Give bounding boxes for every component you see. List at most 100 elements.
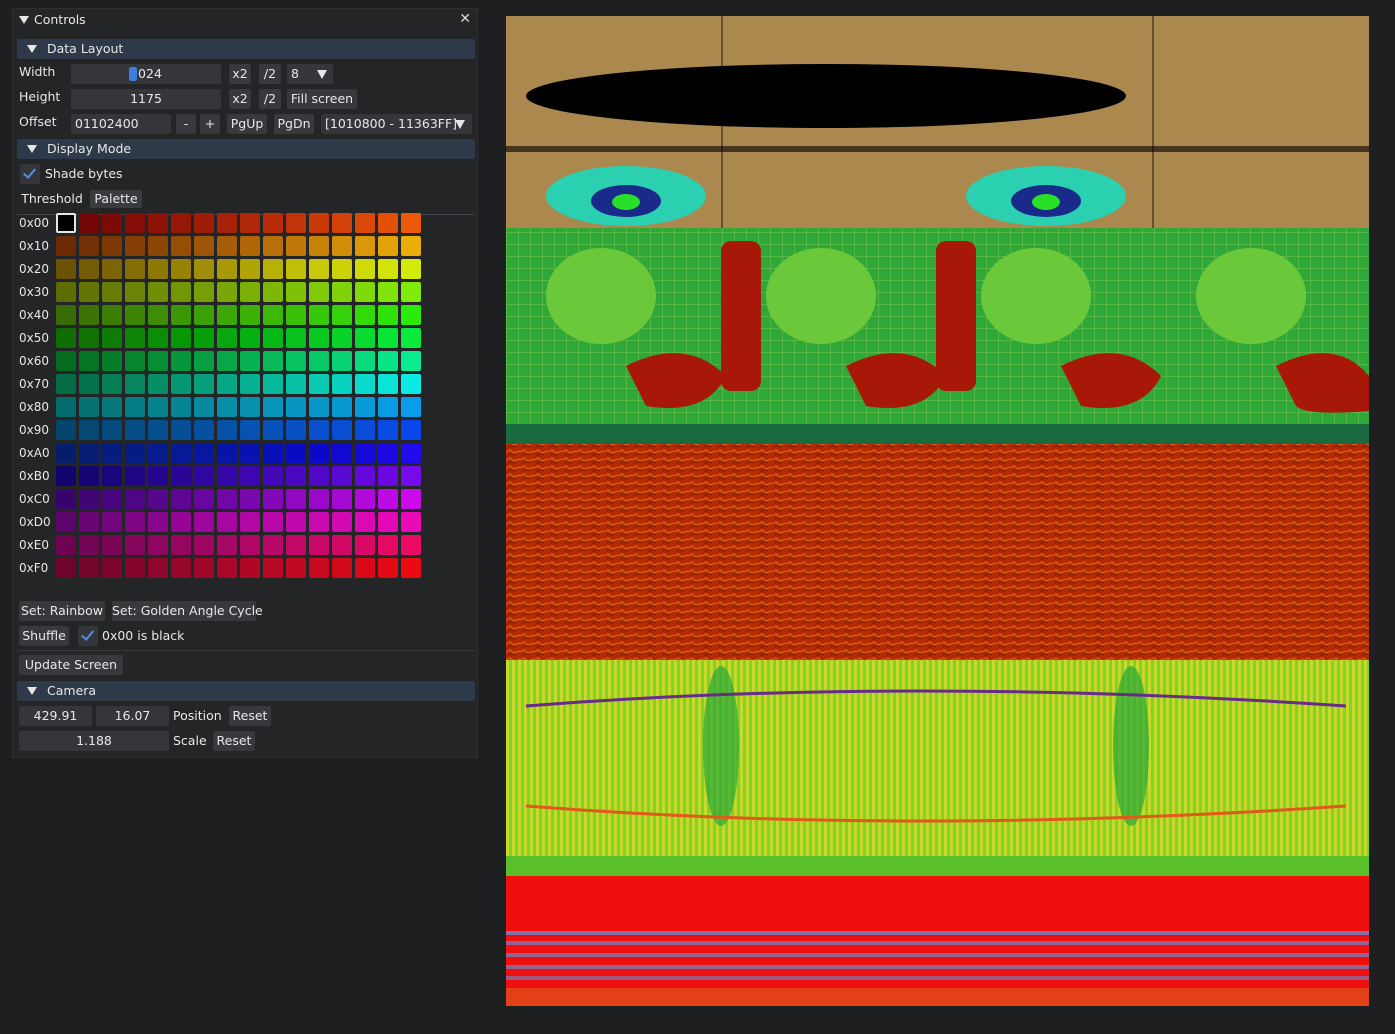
palette-swatch[interactable] (309, 420, 329, 440)
palette-swatch[interactable] (309, 397, 329, 417)
palette-swatch[interactable] (378, 282, 398, 302)
palette-swatch[interactable] (217, 420, 237, 440)
palette-swatch[interactable] (79, 397, 99, 417)
palette-swatch[interactable] (401, 305, 421, 325)
palette-swatch[interactable] (240, 374, 260, 394)
palette-swatch[interactable] (240, 328, 260, 348)
palette-swatch[interactable] (102, 259, 122, 279)
offset-minus-button[interactable]: - (176, 114, 196, 134)
palette-swatch[interactable] (125, 328, 145, 348)
palette-swatch[interactable] (286, 305, 306, 325)
palette-swatch[interactable] (286, 397, 306, 417)
palette-swatch[interactable] (194, 351, 214, 371)
palette-swatch[interactable] (309, 489, 329, 509)
palette-swatch[interactable] (79, 236, 99, 256)
palette-swatch[interactable] (79, 351, 99, 371)
palette-swatch[interactable] (240, 282, 260, 302)
palette-swatch[interactable] (102, 374, 122, 394)
palette-swatch[interactable] (263, 397, 283, 417)
palette-swatch[interactable] (355, 558, 375, 578)
palette-swatch[interactable] (263, 236, 283, 256)
palette-swatch[interactable] (125, 259, 145, 279)
palette-swatch[interactable] (355, 489, 375, 509)
palette-swatch[interactable] (148, 236, 168, 256)
palette-swatch[interactable] (286, 213, 306, 233)
palette-swatch[interactable] (217, 443, 237, 463)
palette-swatch[interactable] (309, 558, 329, 578)
palette-swatch[interactable] (56, 397, 76, 417)
range-combo[interactable]: [1010800 - 11363FF] (321, 114, 472, 134)
palette-swatch[interactable] (355, 236, 375, 256)
palette-swatch[interactable] (217, 328, 237, 348)
palette-swatch[interactable] (263, 351, 283, 371)
palette-swatch[interactable] (240, 259, 260, 279)
palette-swatch[interactable] (378, 397, 398, 417)
camera-pos-x-field[interactable]: 429.91 (19, 706, 92, 726)
palette-swatch[interactable] (102, 351, 122, 371)
black-zero-checkbox[interactable] (78, 626, 98, 646)
width-x2-button[interactable]: x2 (229, 64, 251, 84)
palette-swatch[interactable] (171, 420, 191, 440)
palette-swatch[interactable] (263, 213, 283, 233)
palette-swatch[interactable] (217, 305, 237, 325)
palette-swatch[interactable] (56, 420, 76, 440)
palette-swatch[interactable] (286, 443, 306, 463)
palette-swatch[interactable] (217, 374, 237, 394)
palette-swatch[interactable] (79, 420, 99, 440)
palette-swatch[interactable] (148, 466, 168, 486)
palette-swatch[interactable] (332, 305, 352, 325)
palette-swatch[interactable] (378, 351, 398, 371)
palette-swatch[interactable] (79, 213, 99, 233)
palette-swatch[interactable] (148, 374, 168, 394)
palette-swatch[interactable] (240, 305, 260, 325)
palette-swatch[interactable] (102, 213, 122, 233)
palette-swatch[interactable] (194, 374, 214, 394)
palette-swatch[interactable] (217, 213, 237, 233)
palette-swatch[interactable] (401, 213, 421, 233)
palette-swatch[interactable] (217, 512, 237, 532)
display-mode-header[interactable]: Display Mode (17, 139, 475, 159)
palette-swatch[interactable] (148, 443, 168, 463)
palette-swatch[interactable] (355, 443, 375, 463)
palette-swatch[interactable] (217, 489, 237, 509)
palette-swatch[interactable] (378, 328, 398, 348)
palette-swatch[interactable] (102, 282, 122, 302)
palette-swatch[interactable] (332, 374, 352, 394)
palette-swatch[interactable] (56, 512, 76, 532)
palette-swatch[interactable] (355, 259, 375, 279)
palette-swatch[interactable] (171, 328, 191, 348)
palette-swatch[interactable] (217, 282, 237, 302)
palette-swatch[interactable] (56, 259, 76, 279)
palette-swatch[interactable] (171, 282, 191, 302)
palette-swatch[interactable] (240, 558, 260, 578)
palette-swatch[interactable] (56, 236, 76, 256)
palette-swatch[interactable] (194, 282, 214, 302)
palette-swatch[interactable] (309, 374, 329, 394)
palette-swatch[interactable] (355, 535, 375, 555)
palette-swatch[interactable] (56, 374, 76, 394)
palette-swatch[interactable] (79, 259, 99, 279)
palette-swatch[interactable] (79, 305, 99, 325)
palette-swatch[interactable] (125, 558, 145, 578)
palette-swatch[interactable] (194, 443, 214, 463)
palette-swatch[interactable] (355, 305, 375, 325)
palette-swatch[interactable] (148, 420, 168, 440)
palette-swatch[interactable] (240, 213, 260, 233)
palette-swatch[interactable] (56, 282, 76, 302)
palette-swatch[interactable] (171, 535, 191, 555)
palette-swatch[interactable] (102, 305, 122, 325)
palette-swatch[interactable] (240, 397, 260, 417)
palette-swatch[interactable] (378, 489, 398, 509)
palette-swatch[interactable] (332, 489, 352, 509)
palette-swatch[interactable] (194, 305, 214, 325)
palette-swatch[interactable] (56, 489, 76, 509)
palette-swatch[interactable] (309, 236, 329, 256)
palette-swatch[interactable] (125, 489, 145, 509)
window-titlebar[interactable]: Controls ✕ (13, 9, 477, 31)
palette-swatch[interactable] (171, 236, 191, 256)
palette-swatch[interactable] (332, 558, 352, 578)
palette-swatch[interactable] (263, 443, 283, 463)
palette-swatch[interactable] (332, 351, 352, 371)
palette-swatch[interactable] (401, 466, 421, 486)
palette-swatch[interactable] (102, 512, 122, 532)
